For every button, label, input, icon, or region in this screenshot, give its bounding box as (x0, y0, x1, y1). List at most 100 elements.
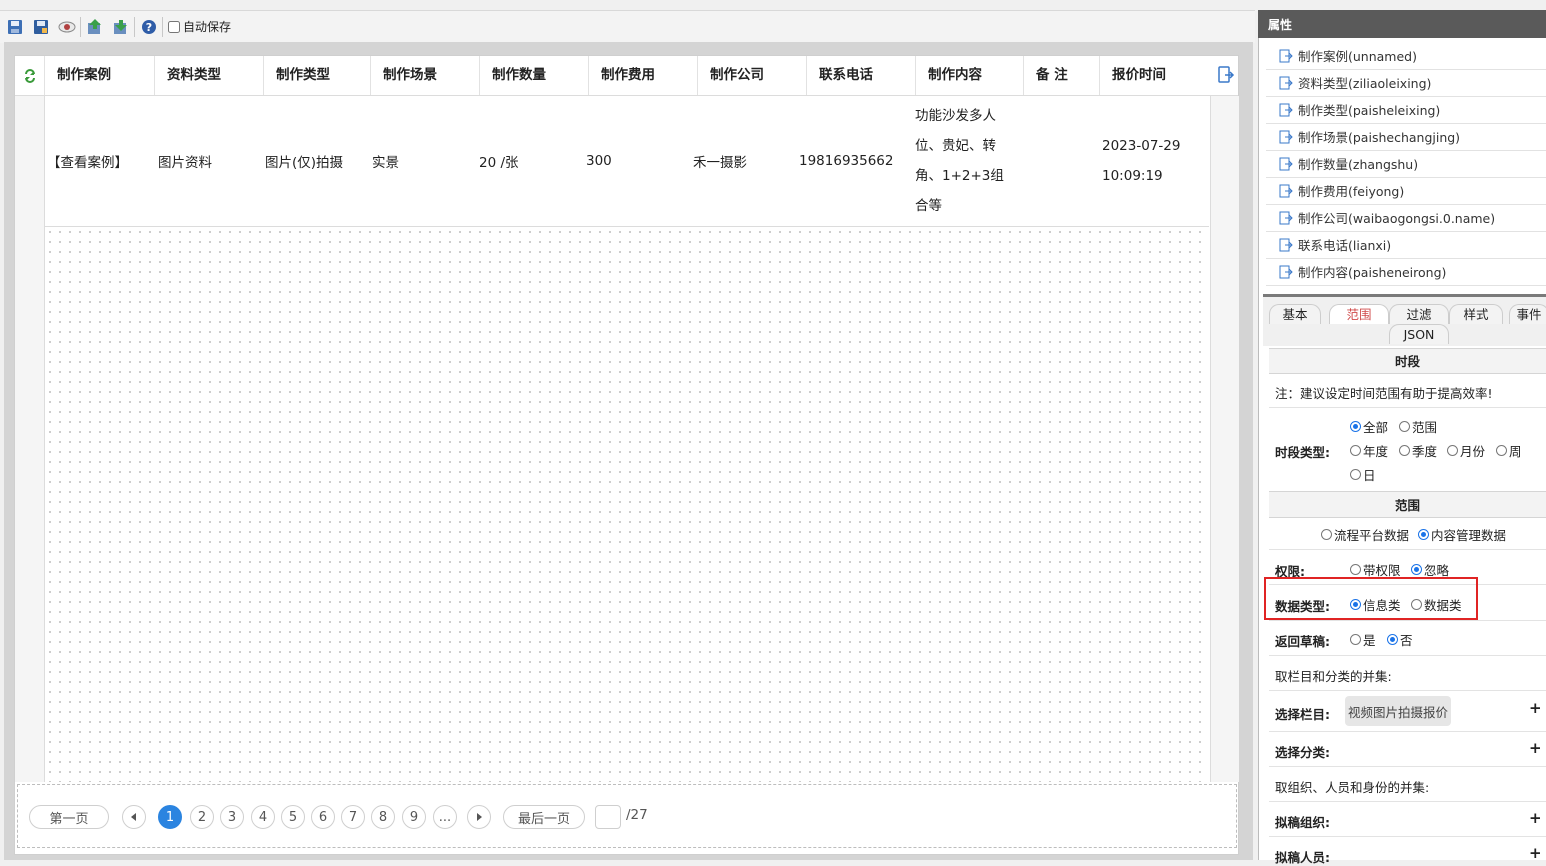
header-cell-quantity[interactable]: 制作数量 (480, 56, 589, 95)
table-row[interactable]: 【查看案例】 图片资料 图片(仅)拍摄 实景 20 /张 300 禾一摄影 19… (45, 96, 1209, 227)
pagination: 第一页 1 2 3 4 5 6 7 8 9 ... 最后一页 /27 (17, 784, 1237, 848)
source-option-cms[interactable]: 内容管理数据 (1418, 525, 1506, 544)
field-item[interactable]: 资料类型(ziliaoleixing) (1266, 69, 1546, 97)
draft-option-no[interactable]: 否 (1387, 630, 1413, 649)
page-button-4[interactable]: 4 (251, 805, 275, 829)
radio-icon (1411, 564, 1422, 575)
tab-scope[interactable]: 范围 (1329, 304, 1389, 324)
cell-fee: 300 (586, 153, 612, 169)
add-draft-org-icon[interactable]: + (1529, 809, 1542, 827)
tab-style[interactable]: 样式 (1449, 304, 1503, 324)
help-icon[interactable]: ? (140, 18, 158, 36)
header-cell-material-type[interactable]: 资料类型 (155, 56, 264, 95)
page-number-input[interactable] (595, 805, 621, 829)
save-as-icon[interactable] (32, 18, 50, 36)
radio-icon (1399, 421, 1410, 432)
radio-label: 季度 (1412, 444, 1438, 459)
page-button-7[interactable]: 7 (341, 805, 365, 829)
first-page-button[interactable]: 第一页 (29, 805, 109, 829)
tab-events[interactable]: 事件 (1509, 304, 1546, 324)
autosave-toggle[interactable]: 自动保存 (168, 18, 231, 35)
page-button-9[interactable]: 9 (402, 805, 426, 829)
field-item[interactable]: 制作费用(feiyong) (1266, 177, 1546, 205)
field-item[interactable]: 制作数量(zhangshu) (1266, 150, 1546, 178)
column-settings-icon[interactable] (1217, 66, 1235, 84)
page-total: /27 (626, 807, 648, 823)
field-item[interactable]: 制作场景(paishechangjing) (1266, 123, 1546, 151)
field-icon (1278, 183, 1294, 199)
period-option-day[interactable]: 日 (1350, 465, 1376, 484)
panel-title: 属性 (1258, 10, 1546, 38)
field-label: 联系电话(lianxi) (1298, 238, 1392, 253)
select-column-label: 选择栏目: (1275, 707, 1330, 722)
header-cell-case[interactable]: 制作案例 (45, 56, 155, 95)
prev-page-button[interactable] (122, 805, 146, 829)
page-ellipsis-button[interactable]: ... (433, 805, 457, 829)
autosave-checkbox[interactable] (168, 20, 180, 33)
import-icon[interactable] (86, 18, 104, 36)
page-button-1[interactable]: 1 (158, 805, 182, 829)
header-cell-make-type[interactable]: 制作类型 (264, 56, 371, 95)
field-icon (1278, 264, 1294, 280)
page-button-5[interactable]: 5 (281, 805, 305, 829)
header-cell-content[interactable]: 制作内容 (916, 56, 1024, 95)
source-option-flow[interactable]: 流程平台数据 (1321, 525, 1409, 544)
period-option-week[interactable]: 周 (1496, 441, 1522, 460)
field-item[interactable]: 制作公司(waibaogongsi.0.name) (1266, 204, 1546, 232)
header-cell-note[interactable]: 备 注 (1024, 56, 1100, 95)
tab-filter[interactable]: 过滤 (1389, 304, 1449, 324)
field-item[interactable]: 制作内容(paisheneirong) (1266, 258, 1546, 286)
row-gutter-right (1210, 96, 1239, 782)
radio-icon (1399, 445, 1410, 456)
field-icon (1278, 129, 1294, 145)
period-option-all[interactable]: 全部 (1350, 417, 1388, 436)
radio-label: 年度 (1363, 444, 1389, 459)
add-category-icon[interactable]: + (1529, 739, 1542, 757)
period-option-range[interactable]: 范围 (1399, 417, 1437, 436)
refresh-icon[interactable] (15, 56, 45, 95)
union-note-org: 取组织、人员和身份的并集: (1275, 780, 1430, 795)
save-icon[interactable] (6, 18, 24, 36)
page-button-3[interactable]: 3 (220, 805, 244, 829)
period-option-quarter[interactable]: 季度 (1399, 441, 1437, 460)
field-item[interactable]: 联系电话(lianxi) (1266, 231, 1546, 259)
field-icon (1278, 237, 1294, 253)
field-item[interactable]: 制作类型(paisheleixing) (1266, 96, 1546, 124)
field-label: 制作类型(paisheleixing) (1298, 103, 1441, 118)
draft-option-yes[interactable]: 是 (1350, 630, 1376, 649)
autosave-label: 自动保存 (183, 20, 232, 34)
radio-label: 否 (1400, 633, 1413, 648)
period-option-month[interactable]: 月份 (1447, 441, 1485, 460)
export-icon[interactable] (112, 18, 130, 36)
radio-label: 月份 (1460, 444, 1486, 459)
header-cell-fee[interactable]: 制作费用 (589, 56, 698, 95)
page-button-8[interactable]: 8 (371, 805, 395, 829)
radio-label: 流程平台数据 (1334, 528, 1410, 543)
header-cell-scene[interactable]: 制作场景 (371, 56, 480, 95)
return-draft-label: 返回草稿: (1275, 634, 1330, 649)
header-cell-quote-time[interactable]: 报价时间 (1100, 56, 1210, 95)
header-cell-phone[interactable]: 联系电话 (807, 56, 916, 95)
radio-label: 周 (1509, 444, 1522, 459)
page-button-6[interactable]: 6 (311, 805, 335, 829)
last-page-button[interactable]: 最后一页 (503, 805, 585, 829)
selected-column-chip[interactable]: 视频图片拍摄报价 (1345, 696, 1451, 726)
header-cell-company[interactable]: 制作公司 (698, 56, 807, 95)
page-button-2[interactable]: 2 (190, 805, 214, 829)
row-gutter-left (15, 96, 45, 782)
radio-icon (1321, 529, 1332, 540)
cell-phone: 19816935662 (799, 153, 894, 169)
toolbar: ? 自动保存 (0, 10, 1255, 43)
period-option-year[interactable]: 年度 (1350, 441, 1388, 460)
table-header: 制作案例 资料类型 制作类型 制作场景 制作数量 制作费用 制作公司 联系电话 … (15, 56, 1238, 96)
preview-icon[interactable] (58, 18, 76, 36)
next-page-button[interactable] (467, 805, 491, 829)
cell-case-link[interactable]: 【查看案例】 (47, 96, 157, 226)
field-item[interactable]: 制作案例(unnamed) (1266, 42, 1546, 70)
add-draft-person-icon[interactable]: + (1529, 844, 1542, 862)
field-label: 资料类型(ziliaoleixing) (1298, 76, 1432, 91)
tab-json[interactable]: JSON (1389, 324, 1449, 344)
tab-basic[interactable]: 基本 (1269, 304, 1321, 324)
add-column-icon[interactable]: + (1529, 699, 1542, 717)
cell-material-type: 图片资料 (158, 155, 212, 171)
